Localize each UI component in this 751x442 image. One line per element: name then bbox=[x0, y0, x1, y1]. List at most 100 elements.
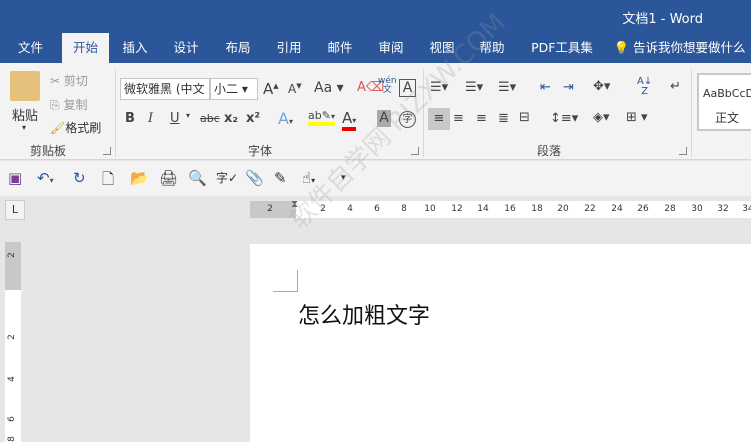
ruler-label: 6 bbox=[374, 204, 380, 214]
numbering-icon[interactable]: ☰▾ bbox=[465, 80, 483, 95]
tab-stop-selector[interactable]: L bbox=[5, 200, 25, 220]
grow-font-icon[interactable]: A▲ bbox=[263, 80, 279, 98]
superscript-button[interactable]: x² bbox=[246, 111, 260, 126]
underline-dropdown-icon[interactable]: ▾ bbox=[186, 111, 190, 120]
group-label-font: 字体 bbox=[248, 144, 273, 158]
divider bbox=[115, 69, 116, 157]
paragraph-launcher-icon[interactable] bbox=[679, 147, 687, 155]
tab-pdf-tools[interactable]: PDF工具集 bbox=[527, 33, 597, 63]
vertical-ruler[interactable]: 2 2 4 6 8 bbox=[5, 242, 21, 442]
copy-button[interactable]: ⎘ 复制 bbox=[50, 96, 87, 113]
phonetic-guide-icon[interactable]: wén 文 bbox=[378, 77, 397, 95]
ruler-label: 24 bbox=[611, 204, 623, 214]
title-bar: 文档1 - Word bbox=[0, 0, 751, 33]
ruler-label: 34 bbox=[742, 204, 751, 214]
tab-layout[interactable]: 布局 bbox=[218, 33, 258, 63]
tell-me-search[interactable]: 💡 告诉我你想要做什么 bbox=[612, 33, 747, 63]
tab-references[interactable]: 引用 bbox=[269, 33, 309, 63]
ruler-label: 28 bbox=[664, 204, 676, 214]
ruler-label: 32 bbox=[717, 204, 729, 214]
attach-icon[interactable]: 📎 bbox=[245, 169, 264, 187]
divider bbox=[691, 69, 692, 157]
show-marks-icon[interactable]: ↵ bbox=[670, 79, 681, 94]
ruler-label: 2 bbox=[6, 252, 17, 258]
italic-button[interactable]: I bbox=[148, 111, 153, 126]
strikethrough-button[interactable]: abc bbox=[200, 112, 220, 125]
format-painter-label: 格式刷 bbox=[65, 121, 102, 135]
tab-home[interactable]: 开始 bbox=[62, 33, 109, 63]
save-icon[interactable]: ▣ bbox=[8, 169, 22, 187]
shrink-font-icon[interactable]: A▼ bbox=[288, 82, 302, 96]
edit-icon[interactable]: ✎ bbox=[274, 169, 287, 187]
lightbulb-icon: 💡 bbox=[613, 40, 630, 55]
print-preview-icon[interactable]: 🔍 bbox=[188, 169, 207, 187]
ruler-label: 30 bbox=[691, 204, 703, 214]
tab-review[interactable]: 审阅 bbox=[371, 33, 411, 63]
paste-dropdown-icon[interactable]: ▾ bbox=[22, 123, 26, 132]
undo-icon[interactable]: ↶▾ bbox=[37, 169, 54, 187]
line-spacing-icon[interactable]: ↕≡▾ bbox=[550, 111, 578, 126]
tab-file[interactable]: 文件 bbox=[8, 33, 53, 63]
font-name-select[interactable]: 微软雅黑 (中文 bbox=[120, 78, 210, 100]
borders-icon[interactable]: ⊞ ▾ bbox=[626, 110, 648, 125]
chinese-layout-icon[interactable]: ✥▾ bbox=[593, 79, 610, 94]
ruler-label: 16 bbox=[504, 204, 516, 214]
align-left-button[interactable]: ≡ bbox=[428, 108, 450, 130]
align-right-button[interactable]: ≡ bbox=[476, 111, 487, 126]
shading-icon[interactable]: ◈▾ bbox=[593, 110, 610, 125]
tab-insert[interactable]: 插入 bbox=[115, 33, 155, 63]
window-title: 文档1 - Word bbox=[622, 12, 703, 27]
highlight-color-icon[interactable]: ab✎▾ bbox=[308, 109, 335, 126]
change-case-button[interactable]: Aa ▾ bbox=[314, 80, 344, 96]
ruler-label: 4 bbox=[347, 204, 353, 214]
ruler-label: 26 bbox=[637, 204, 649, 214]
ruler-label: 20 bbox=[557, 204, 569, 214]
clipboard-launcher-icon[interactable] bbox=[103, 147, 111, 155]
tab-mailings[interactable]: 邮件 bbox=[320, 33, 360, 63]
tab-design[interactable]: 设计 bbox=[166, 33, 206, 63]
new-document-icon[interactable]: 🗋 bbox=[102, 169, 114, 194]
style-name: 正文 bbox=[715, 111, 740, 125]
increase-indent-icon[interactable]: ⇥ bbox=[563, 80, 574, 95]
ruler-label: 18 bbox=[531, 204, 543, 214]
align-center-button[interactable]: ≡ bbox=[453, 111, 464, 126]
paste-button[interactable]: 粘贴 bbox=[12, 105, 38, 124]
ruler-label: 8 bbox=[401, 204, 407, 214]
underline-button[interactable]: U bbox=[170, 111, 180, 126]
font-launcher-icon[interactable] bbox=[411, 147, 419, 155]
copy-label: 复制 bbox=[63, 98, 88, 112]
ribbon-tabs: 文件 开始 插入 设计 布局 引用 邮件 审阅 视图 帮助 PDF工具集 💡 告… bbox=[0, 33, 751, 63]
copy-icon: ⎘ bbox=[50, 98, 60, 112]
ruler-label: 22 bbox=[584, 204, 596, 214]
font-color-icon[interactable]: A▾ bbox=[342, 109, 357, 131]
ruler-label: 10 bbox=[424, 204, 436, 214]
document-page[interactable] bbox=[250, 244, 751, 442]
multilevel-list-icon[interactable]: ☰▾ bbox=[498, 80, 516, 95]
decrease-indent-icon[interactable]: ⇤ bbox=[540, 80, 551, 95]
text-effects-icon[interactable]: A▾ bbox=[278, 109, 293, 128]
distributed-button[interactable]: ⊟ bbox=[519, 110, 530, 125]
style-preview: AaBbCcD bbox=[703, 87, 751, 100]
paste-icon[interactable] bbox=[10, 71, 40, 101]
bold-button[interactable]: B bbox=[125, 111, 135, 126]
justify-button[interactable]: ≣ bbox=[498, 111, 509, 126]
scissors-icon: ✂ bbox=[50, 74, 61, 88]
ruler-label: 12 bbox=[451, 204, 463, 214]
ruler-label: 2 bbox=[267, 204, 273, 214]
subscript-button[interactable]: x₂ bbox=[224, 111, 238, 126]
brush-icon: 🖌 bbox=[50, 121, 66, 135]
document-text[interactable]: 怎么加粗文字 bbox=[298, 298, 430, 330]
margin-corner-mark bbox=[273, 270, 298, 292]
spelling-icon[interactable]: 字✓ bbox=[216, 169, 238, 186]
redo-icon[interactable]: ↻ bbox=[73, 169, 86, 187]
tell-me-label: 告诉我你想要做什么 bbox=[633, 40, 746, 55]
print-icon[interactable]: 🖨 bbox=[159, 169, 178, 187]
open-folder-icon[interactable]: 📂 bbox=[130, 169, 149, 187]
sort-icon[interactable]: A↓ Z bbox=[637, 77, 652, 97]
font-size-select[interactable]: 小二 ▾ bbox=[210, 78, 258, 100]
ruler-label: 14 bbox=[477, 204, 489, 214]
cut-button[interactable]: ✂ 剪切 bbox=[50, 72, 88, 89]
format-painter-button[interactable]: 🖌格式刷 bbox=[50, 119, 101, 136]
style-normal[interactable]: AaBbCcD 正文 bbox=[697, 73, 751, 131]
ruler-label: 8 bbox=[6, 436, 17, 442]
